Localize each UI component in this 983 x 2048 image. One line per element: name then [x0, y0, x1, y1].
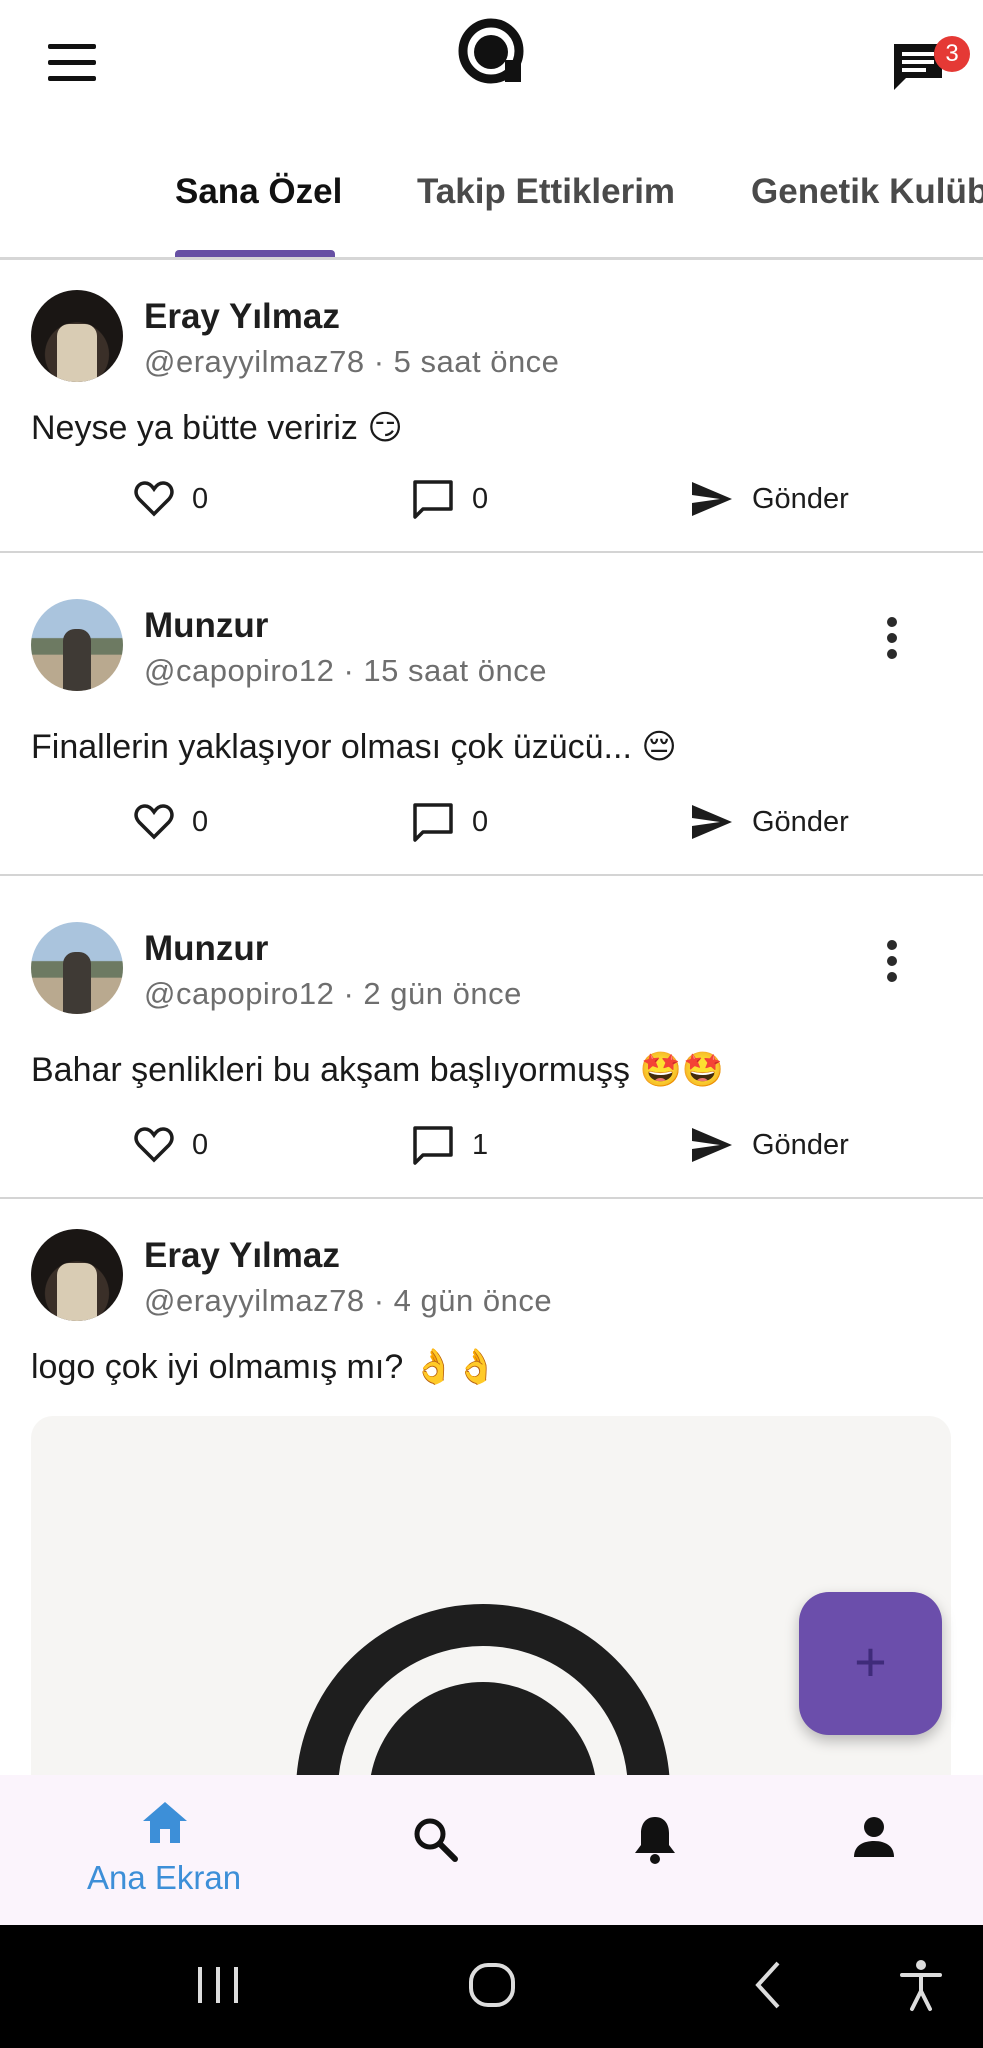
- comment-count: 0: [472, 482, 489, 515]
- like-button[interactable]: 0: [134, 474, 208, 524]
- nav-home-label: Ana Ekran: [86, 1859, 242, 1896]
- nav-profile[interactable]: [754, 1775, 983, 1925]
- like-button[interactable]: 0: [134, 797, 208, 847]
- app-logo-icon: [456, 16, 526, 86]
- send-label: Gönder: [752, 805, 849, 838]
- post-handle-time: @capopiro12 · 2 gün önce: [144, 976, 522, 1011]
- recent-apps-icon[interactable]: [190, 1955, 246, 2015]
- add-post-button[interactable]: +: [799, 1592, 942, 1735]
- nav-home[interactable]: Ana Ekran: [44, 1775, 284, 1925]
- post-text: Neyse ya bütte veririz 😏: [31, 409, 403, 447]
- nav-notifications[interactable]: [535, 1775, 775, 1925]
- post-author[interactable]: Munzur: [144, 606, 268, 646]
- heart-icon: [134, 481, 174, 517]
- send-icon: [692, 805, 732, 839]
- home-icon: [143, 1802, 187, 1843]
- send-button[interactable]: Gönder: [690, 1120, 849, 1170]
- avatar[interactable]: [31, 922, 123, 1014]
- post-card: Munzur @capopiro12 · 15 saat önce Finall…: [0, 553, 983, 876]
- post-card: Munzur @capopiro12 · 2 gün önce Bahar şe…: [0, 876, 983, 1199]
- comment-count: 1: [472, 1128, 489, 1161]
- more-options-icon[interactable]: [872, 936, 912, 992]
- active-tab-indicator: [175, 250, 335, 257]
- nav-search[interactable]: [316, 1775, 556, 1925]
- post-actions: 0 0 Gönder: [0, 474, 983, 524]
- post-author[interactable]: Eray Yılmaz: [144, 1236, 340, 1276]
- avatar[interactable]: [31, 1229, 123, 1321]
- heart-icon: [134, 1127, 174, 1163]
- post-author[interactable]: Eray Yılmaz: [144, 297, 340, 337]
- post-handle-time: @erayyilmaz78 · 4 gün önce: [144, 1283, 553, 1318]
- profile-icon: [854, 1817, 894, 1857]
- bottom-navigation: Ana Ekran: [0, 1775, 983, 1925]
- post-actions: 0 0 Gönder: [0, 797, 983, 847]
- comment-button[interactable]: 1: [412, 1120, 488, 1170]
- send-icon: [692, 1128, 732, 1162]
- send-icon: [692, 482, 732, 516]
- post-text: logo çok iyi olmamış mı? 👌👌: [31, 1348, 498, 1386]
- system-navigation-bar: [0, 1925, 983, 2048]
- comment-count: 0: [472, 805, 489, 838]
- like-button[interactable]: 0: [134, 1120, 208, 1170]
- post-handle-time: @capopiro12 · 15 saat önce: [144, 653, 547, 688]
- feed-tabs: Sana Özel Takip Ettiklerim Genetik Kulüb…: [0, 130, 983, 260]
- bell-icon: [635, 1817, 675, 1864]
- avatar[interactable]: [31, 290, 123, 382]
- accessibility-icon[interactable]: [898, 1955, 944, 2015]
- post-card: Eray Yılmaz @erayyilmaz78 · 5 saat önce …: [0, 260, 983, 553]
- back-icon[interactable]: [748, 1955, 788, 2015]
- tab-takip-ettiklerim[interactable]: Takip Ettiklerim: [417, 172, 675, 212]
- search-icon: [414, 1818, 458, 1862]
- like-count: 0: [192, 805, 209, 838]
- send-label: Gönder: [752, 1128, 849, 1161]
- comment-button[interactable]: 0: [412, 474, 488, 524]
- like-count: 0: [192, 482, 209, 515]
- hamburger-menu-icon[interactable]: [40, 44, 106, 86]
- avatar[interactable]: [31, 599, 123, 691]
- comment-icon: [413, 1126, 453, 1165]
- app-bar: 3: [0, 0, 983, 130]
- send-button[interactable]: Gönder: [690, 474, 849, 524]
- tab-genetik-kulubu[interactable]: Genetik Kulübü: [751, 172, 983, 212]
- post-text: Finallerin yaklaşıyor olması çok üzücü..…: [31, 728, 677, 766]
- comment-icon: [413, 803, 453, 842]
- post-handle-time: @erayyilmaz78 · 5 saat önce: [144, 344, 560, 379]
- tab-sana-ozel[interactable]: Sana Özel: [175, 172, 342, 212]
- post-actions: 0 1 Gönder: [0, 1120, 983, 1170]
- send-label: Gönder: [752, 482, 849, 515]
- send-button[interactable]: Gönder: [690, 797, 849, 847]
- more-options-icon[interactable]: [872, 613, 912, 669]
- comment-icon: [413, 480, 453, 519]
- post-text: Bahar şenlikleri bu akşam başlıyormuşş 🤩…: [31, 1051, 725, 1089]
- home-system-icon[interactable]: [466, 1955, 518, 2015]
- like-count: 0: [192, 1128, 209, 1161]
- heart-icon: [134, 804, 174, 840]
- comment-button[interactable]: 0: [412, 797, 488, 847]
- messages-badge: 3: [934, 36, 970, 72]
- plus-icon: +: [854, 1630, 887, 1693]
- post-author[interactable]: Munzur: [144, 929, 268, 969]
